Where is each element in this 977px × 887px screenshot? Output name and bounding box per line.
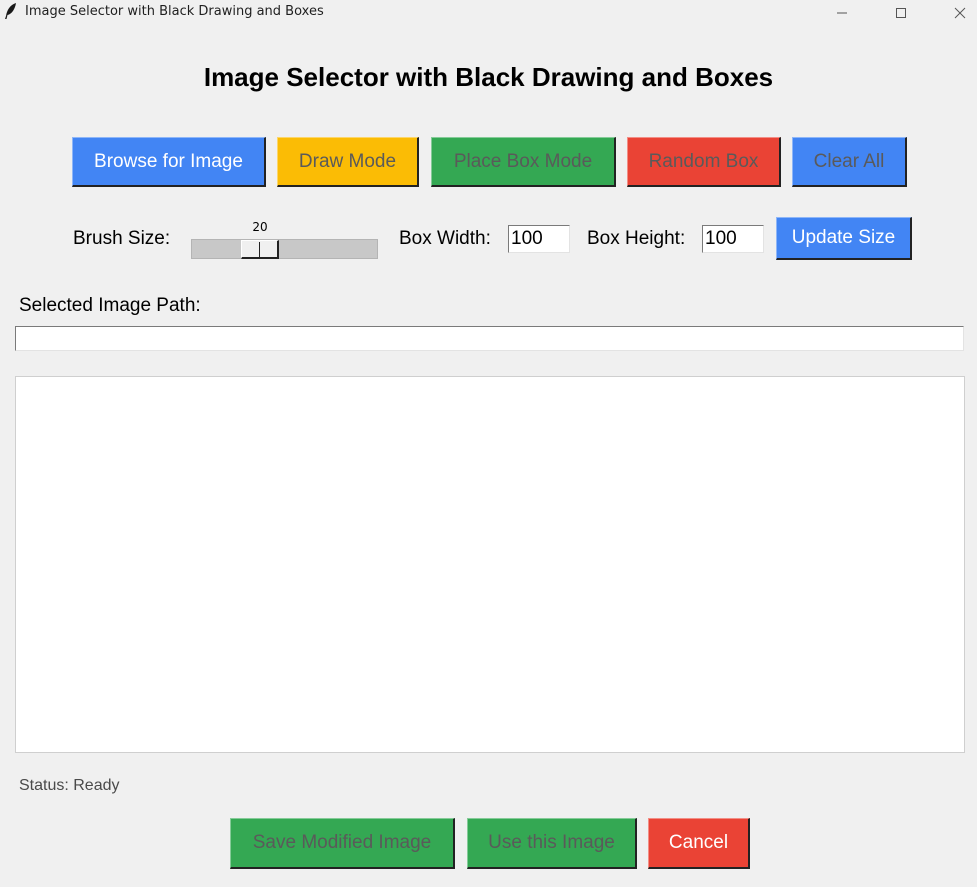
cancel-label: Cancel: [668, 832, 729, 853]
title-bar: Image Selector with Black Drawing and Bo…: [0, 0, 977, 25]
maximize-button[interactable]: [878, 0, 924, 25]
brush-size-value: 20: [252, 220, 268, 234]
box-width-label: Box Width:: [399, 228, 491, 249]
browse-for-image-label: Browse for Image: [94, 150, 243, 172]
save-modified-image-button[interactable]: Save Modified Image: [230, 818, 455, 869]
box-width-input[interactable]: [508, 225, 570, 253]
clear-all-label: Clear All: [813, 150, 885, 172]
window-title: Image Selector with Black Drawing and Bo…: [25, 4, 324, 19]
page-title: Image Selector with Black Drawing and Bo…: [203, 62, 774, 92]
place-box-mode-button[interactable]: Place Box Mode: [431, 137, 616, 187]
place-box-mode-label: Place Box Mode: [453, 150, 593, 172]
use-this-image-label: Use this Image: [488, 832, 615, 853]
random-box-button[interactable]: Random Box: [627, 137, 781, 187]
update-size-button[interactable]: Update Size: [776, 217, 912, 260]
box-height-label: Box Height:: [587, 228, 686, 249]
status-label: Status: Ready: [19, 777, 120, 794]
browse-for-image-button[interactable]: Browse for Image: [72, 137, 266, 187]
close-button[interactable]: [937, 0, 977, 25]
update-size-label: Update Size: [791, 227, 896, 248]
cancel-button[interactable]: Cancel: [648, 818, 750, 869]
app-window: Image Selector with Black Drawing and Bo…: [0, 0, 977, 887]
use-this-image-button[interactable]: Use this Image: [467, 818, 637, 869]
slider-handle-notch: [259, 242, 260, 257]
minimize-icon: [837, 12, 847, 14]
maximize-icon: [896, 8, 906, 18]
selected-image-path-input[interactable]: [15, 326, 964, 351]
draw-mode-button[interactable]: Draw Mode: [277, 137, 419, 187]
brush-size-label: Brush Size:: [73, 228, 171, 249]
brush-size-slider-handle[interactable]: [241, 240, 279, 259]
clear-all-button[interactable]: Clear All: [792, 137, 907, 187]
brush-size-slider[interactable]: [191, 239, 378, 259]
selected-image-path-label: Selected Image Path:: [19, 295, 201, 316]
minimize-button[interactable]: [819, 0, 865, 25]
save-modified-image-label: Save Modified Image: [252, 832, 432, 853]
draw-mode-label: Draw Mode: [298, 150, 397, 172]
image-canvas[interactable]: [15, 376, 965, 753]
box-height-input[interactable]: [702, 225, 764, 253]
random-box-label: Random Box: [648, 150, 759, 172]
feather-icon: [5, 3, 16, 19]
close-icon: [954, 7, 966, 19]
